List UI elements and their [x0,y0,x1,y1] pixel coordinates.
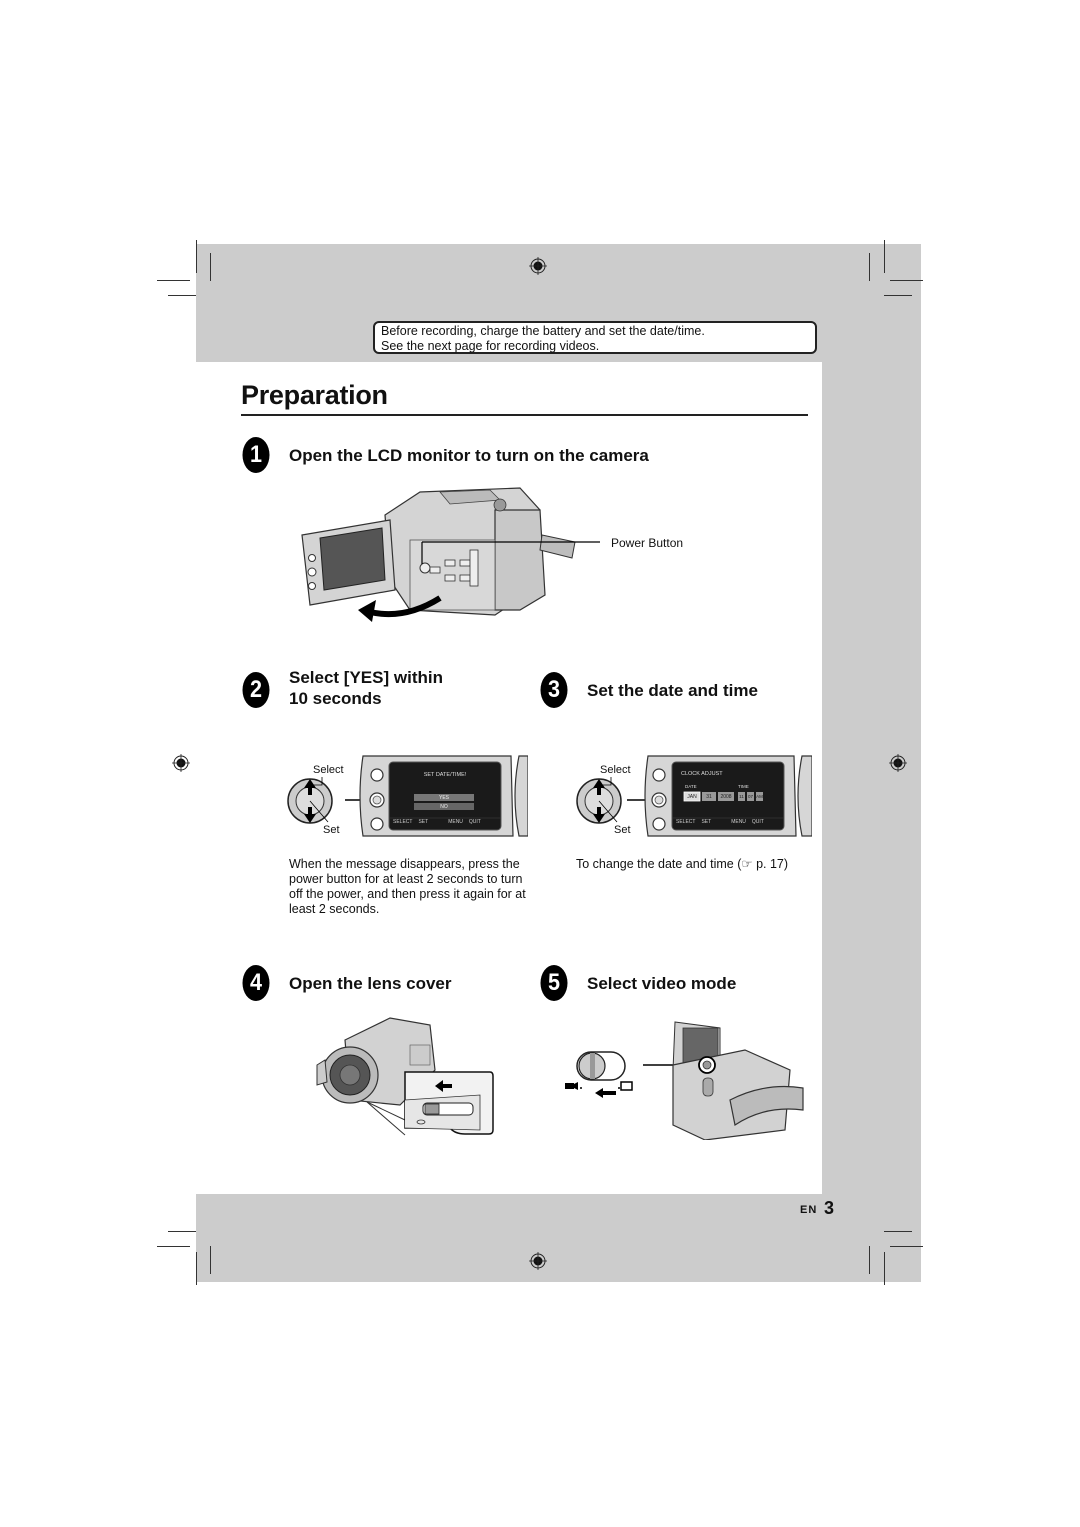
date-day-field: 31 [706,794,712,800]
intro-note-box: Before recording, charge the battery and… [373,321,817,354]
power-button-callout: Power Button [611,536,684,550]
screen-time-label: TIME [738,784,749,789]
step-2-badge: 2 [242,672,270,708]
step-3-note: To change the date and time (☞ p. 17) [576,857,789,871]
crop-mark [884,1231,912,1232]
video-mode-switch-illustration [565,1021,804,1140]
lens-cover-illustration [316,1017,494,1136]
footer-set: SET [418,819,429,825]
step-2-heading-line-2: 10 seconds [289,689,382,708]
registration-mark-icon [889,754,907,772]
crop-mark [210,1246,211,1274]
time-hour-field: 11 [739,794,744,799]
camcorder-lcd-open-illustration [301,487,600,622]
registration-mark-icon [172,754,190,772]
crop-mark [884,240,885,273]
dpad-set-label: Set [323,824,340,836]
page-side-band [822,362,921,1194]
screen-title: CLOCK ADJUST [681,771,723,777]
step-3-heading: Set the date and time [587,681,758,700]
step-1-heading: Open the LCD monitor to turn on the came… [289,446,649,465]
crop-mark [210,253,211,281]
step-2-heading-line-1: Select [YES] within [289,668,443,687]
note-line-1: Before recording, charge the battery and… [381,324,705,338]
registration-mark-icon [529,257,547,275]
date-year-field: 2008 [720,794,732,800]
date-month-field: JAN [687,794,697,800]
step-3-illustration: Select Set CLOCK ADJUST DATE TIME JAN 31… [572,752,812,840]
crop-mark [890,1246,923,1247]
footer-quit: QUIT [751,819,764,825]
footer-menu: MENU [448,819,463,825]
footer-set: SET [701,819,712,825]
screen-option-yes: YES [438,795,449,801]
screen-option-no: NO [440,804,448,810]
step-5-badge: 5 [540,965,568,1001]
crop-mark [168,1231,196,1232]
video-mode-icon [565,1083,574,1089]
dpad-select-label: Select [313,764,344,776]
screen-footer: SELECT SET MENU QUIT [393,819,501,825]
crop-mark [884,295,912,296]
crop-mark [196,1252,197,1285]
dpad-select-label: Select [600,764,631,776]
dpad-set-label: Set [614,824,631,836]
footer-select: SELECT [676,819,696,825]
title-underline [241,414,808,416]
screen-date-label: DATE [685,784,697,789]
crop-mark [884,1252,885,1285]
step-5-heading: Select video mode [587,974,737,993]
time-minute-field: 07 [747,794,753,799]
crop-mark [869,253,870,281]
step-2-heading: Select [YES] within 10 seconds [289,667,443,709]
screen-footer: SELECT SET MENU QUIT [676,819,784,825]
footer-select: SELECT [393,819,413,825]
crop-mark [157,1246,190,1247]
time-ampm-field: AM [756,794,763,799]
step-2-illustration: Select Set SET DATE/TIME! YES NO SELECT … [283,752,528,840]
footer-quit: QUIT [468,819,481,825]
note-line-2: See the next page for recording videos. [381,339,600,353]
step-4-badge: 4 [242,965,270,1001]
language-label: EN [800,1204,818,1216]
page-number: 3 [824,1198,835,1218]
screen-title: SET DATE/TIME! [423,772,467,778]
step-4-heading: Open the lens cover [289,974,452,993]
registration-mark-icon [529,1252,547,1270]
crop-mark [890,280,923,281]
crop-mark [196,240,197,273]
crop-mark [869,1246,870,1274]
step-3-badge: 3 [540,672,568,708]
footer-menu: MENU [731,819,746,825]
step-2-note: When the message disappears, press the p… [289,857,526,916]
crop-mark [168,295,196,296]
page-title: Preparation [241,380,388,410]
step-1-badge: 1 [242,437,270,473]
crop-mark [157,280,190,281]
